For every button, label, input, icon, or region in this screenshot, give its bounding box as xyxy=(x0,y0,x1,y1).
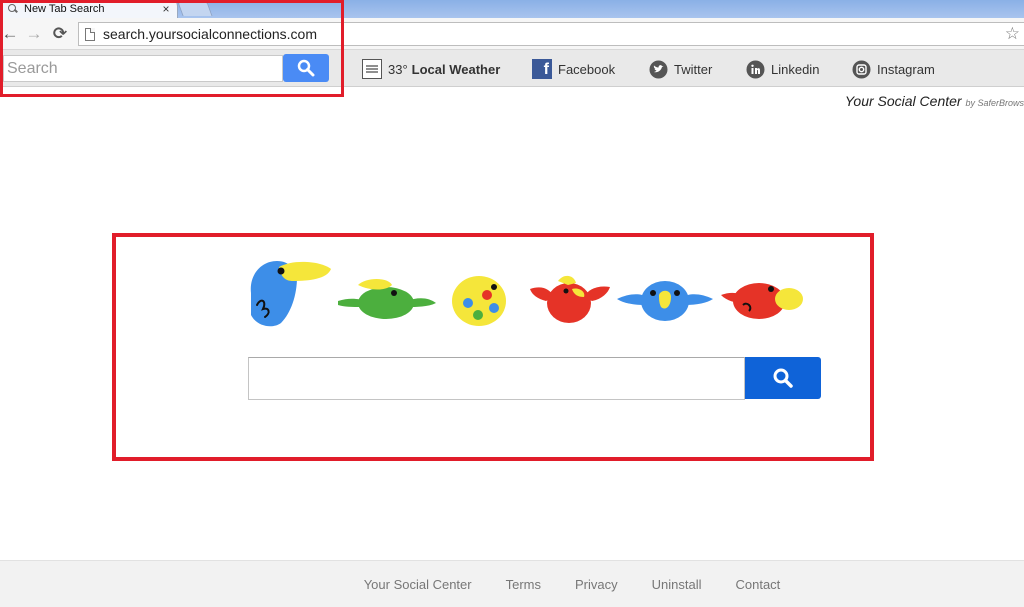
facebook-icon: f xyxy=(532,59,552,79)
weather-label: Local Weather xyxy=(411,61,501,77)
bookmark-star-icon[interactable]: ☆ xyxy=(1005,24,1020,44)
footer-link-terms[interactable]: Terms xyxy=(506,577,541,592)
footer-link-privacy[interactable]: Privacy xyxy=(575,577,618,592)
footer-link-uninstall[interactable]: Uninstall xyxy=(652,577,702,592)
weather-icon xyxy=(362,59,382,79)
twitter-link[interactable]: Twitter xyxy=(648,58,712,80)
footer-link-your-social-center[interactable]: Your Social Center xyxy=(364,577,472,592)
annotation-box-search xyxy=(112,233,874,461)
instagram-label: Instagram xyxy=(877,61,935,77)
footer: Your Social Center Terms Privacy Uninsta… xyxy=(0,560,1024,607)
footer-links: Your Social Center Terms Privacy Uninsta… xyxy=(347,577,798,592)
twitter-label: Twitter xyxy=(674,61,713,77)
local-weather-link[interactable]: 33° Local Weather xyxy=(362,58,500,80)
footer-link-contact[interactable]: Contact xyxy=(735,577,780,592)
twitter-icon xyxy=(648,59,668,79)
brand-title: Your Social Center xyxy=(844,93,962,109)
linkedin-label: Linkedin xyxy=(771,61,820,77)
weather-temperature: 33° xyxy=(388,61,408,77)
brand-header: Your Social Center by SaferBrows xyxy=(845,93,1024,109)
instagram-icon xyxy=(851,59,871,79)
facebook-label: Facebook xyxy=(558,61,616,77)
annotation-box-toolbar xyxy=(0,0,344,97)
linkedin-icon xyxy=(745,59,765,79)
brand-byline: by SaferBrows xyxy=(965,98,1024,108)
facebook-link[interactable]: f Facebook xyxy=(532,58,615,80)
instagram-link[interactable]: Instagram xyxy=(851,58,935,80)
linkedin-link[interactable]: Linkedin xyxy=(745,58,819,80)
